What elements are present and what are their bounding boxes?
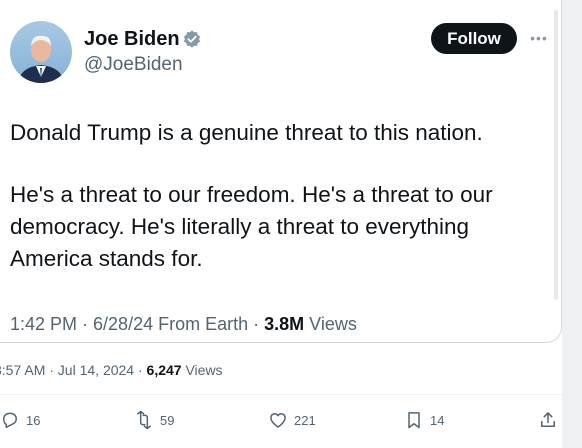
user-handle[interactable]: @JoeBiden <box>84 53 183 77</box>
tweet-paragraph: He's a threat to our freedom. He's a thr… <box>10 182 493 271</box>
scrollbar[interactable] <box>554 10 558 300</box>
repost-button[interactable]: 59 <box>134 408 174 432</box>
share-button[interactable] <box>538 408 558 432</box>
bookmark-icon <box>408 412 420 429</box>
verified-badge-icon <box>183 30 201 48</box>
follow-button[interactable]: Follow <box>431 23 517 54</box>
post-timestamp[interactable]: 3:57 AM · Jul 14, 2024 · <box>0 362 147 378</box>
like-count: 221 <box>294 412 316 428</box>
repost-count: 59 <box>160 412 175 428</box>
tweet-paragraph: Donald Trump is a genuine threat to this… <box>10 120 483 145</box>
embedded-views-label: Views <box>304 314 357 334</box>
display-name[interactable]: Joe Biden <box>84 27 180 51</box>
reply-button[interactable]: 16 <box>0 408 40 432</box>
bookmark-count: 14 <box>430 412 445 428</box>
avatar[interactable] <box>10 21 72 83</box>
embedded-tweet-meta: 1:42 PM · 6/28/24 From Earth · 3.8M View… <box>10 312 357 336</box>
heart-icon <box>270 413 286 428</box>
repost-icon <box>137 410 151 430</box>
avatar-photo-icon <box>18 35 64 83</box>
more-options-icon[interactable]: ••• <box>528 28 550 48</box>
post-meta: 3:57 AM · Jul 14, 2024 · 6,247 Views <box>0 361 223 379</box>
share-icon <box>541 412 555 427</box>
divider <box>0 394 562 395</box>
reply-icon <box>3 412 17 429</box>
bookmark-button[interactable]: 14 <box>404 408 444 432</box>
reply-count: 16 <box>26 412 41 428</box>
page-edge <box>562 0 582 448</box>
tweet-text: Donald Trump is a genuine threat to this… <box>10 117 550 275</box>
like-button[interactable]: 221 <box>268 408 316 432</box>
embedded-timestamp[interactable]: 1:42 PM · 6/28/24 From Earth · <box>10 314 264 334</box>
post-views-label: Views <box>181 362 223 378</box>
post-views-count: 6,247 <box>146 362 182 378</box>
embedded-views-count: 3.8M <box>264 314 305 334</box>
